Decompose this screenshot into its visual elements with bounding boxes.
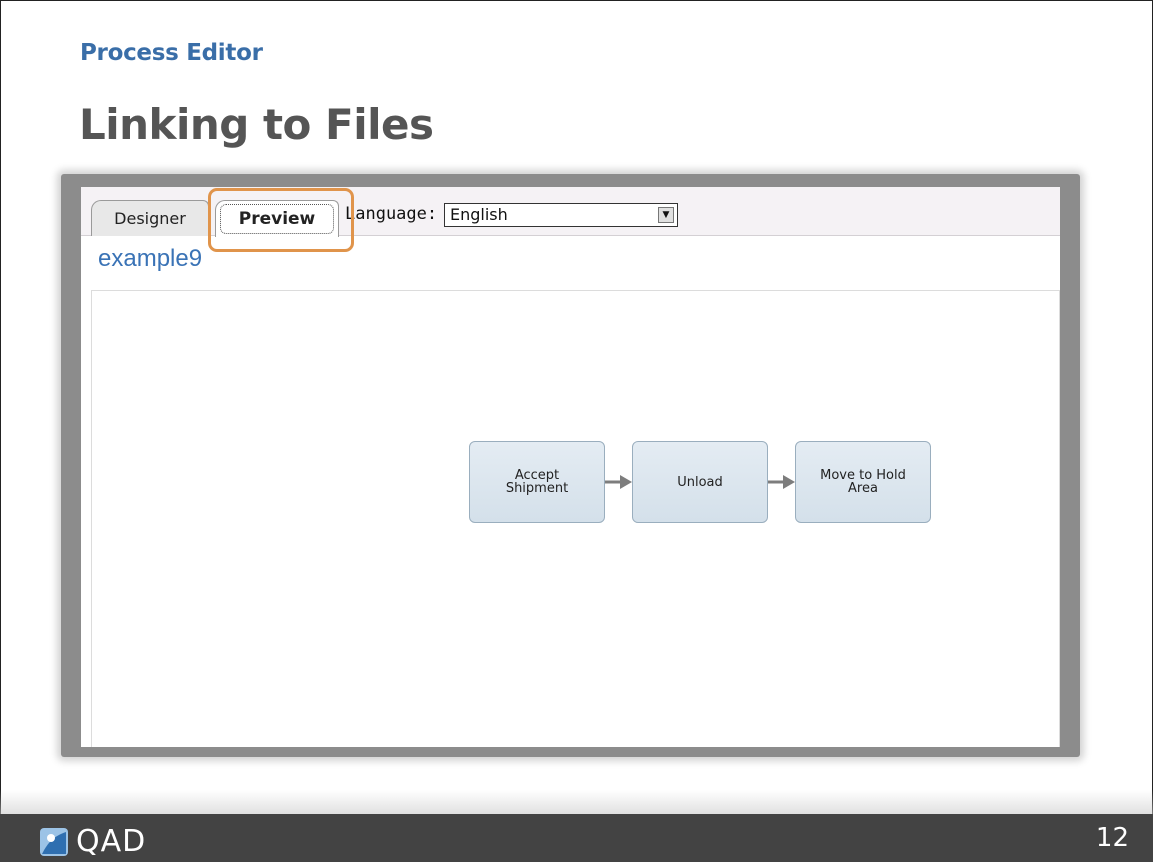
callout-highlight (208, 188, 354, 252)
footer-fade (0, 790, 1153, 814)
page-title: Linking to Files (79, 100, 434, 149)
tab-designer[interactable]: Designer (91, 200, 209, 236)
page-number: 12 (1095, 823, 1129, 853)
language-select-value: English (450, 205, 508, 224)
process-canvas[interactable]: Accept Shipment Unload Move to Hold Area (91, 290, 1060, 747)
section-title: Process Editor (80, 40, 263, 66)
footer-bar: QAD 12 (0, 814, 1153, 862)
qad-logo: QAD (40, 824, 146, 859)
language-select[interactable]: English ▼ (444, 203, 678, 227)
app-screenshot: Designer Preview Language: English ▼ exa… (81, 187, 1060, 747)
process-name: example9 (98, 245, 203, 272)
brand-name: QAD (76, 824, 147, 859)
qad-logo-icon (40, 827, 68, 856)
connector-arrow-icon (605, 475, 632, 489)
connector-arrow-icon (768, 475, 795, 489)
dropdown-arrow-icon[interactable]: ▼ (658, 207, 674, 223)
language-label: Language: (345, 204, 438, 224)
tab-designer-label: Designer (114, 209, 186, 228)
process-step-accept-shipment[interactable]: Accept Shipment (469, 441, 605, 523)
tab-bar: Designer Preview Language: English ▼ (81, 187, 1060, 252)
process-step-move-to-hold-area[interactable]: Move to Hold Area (795, 441, 931, 523)
process-step-unload[interactable]: Unload (632, 441, 768, 523)
